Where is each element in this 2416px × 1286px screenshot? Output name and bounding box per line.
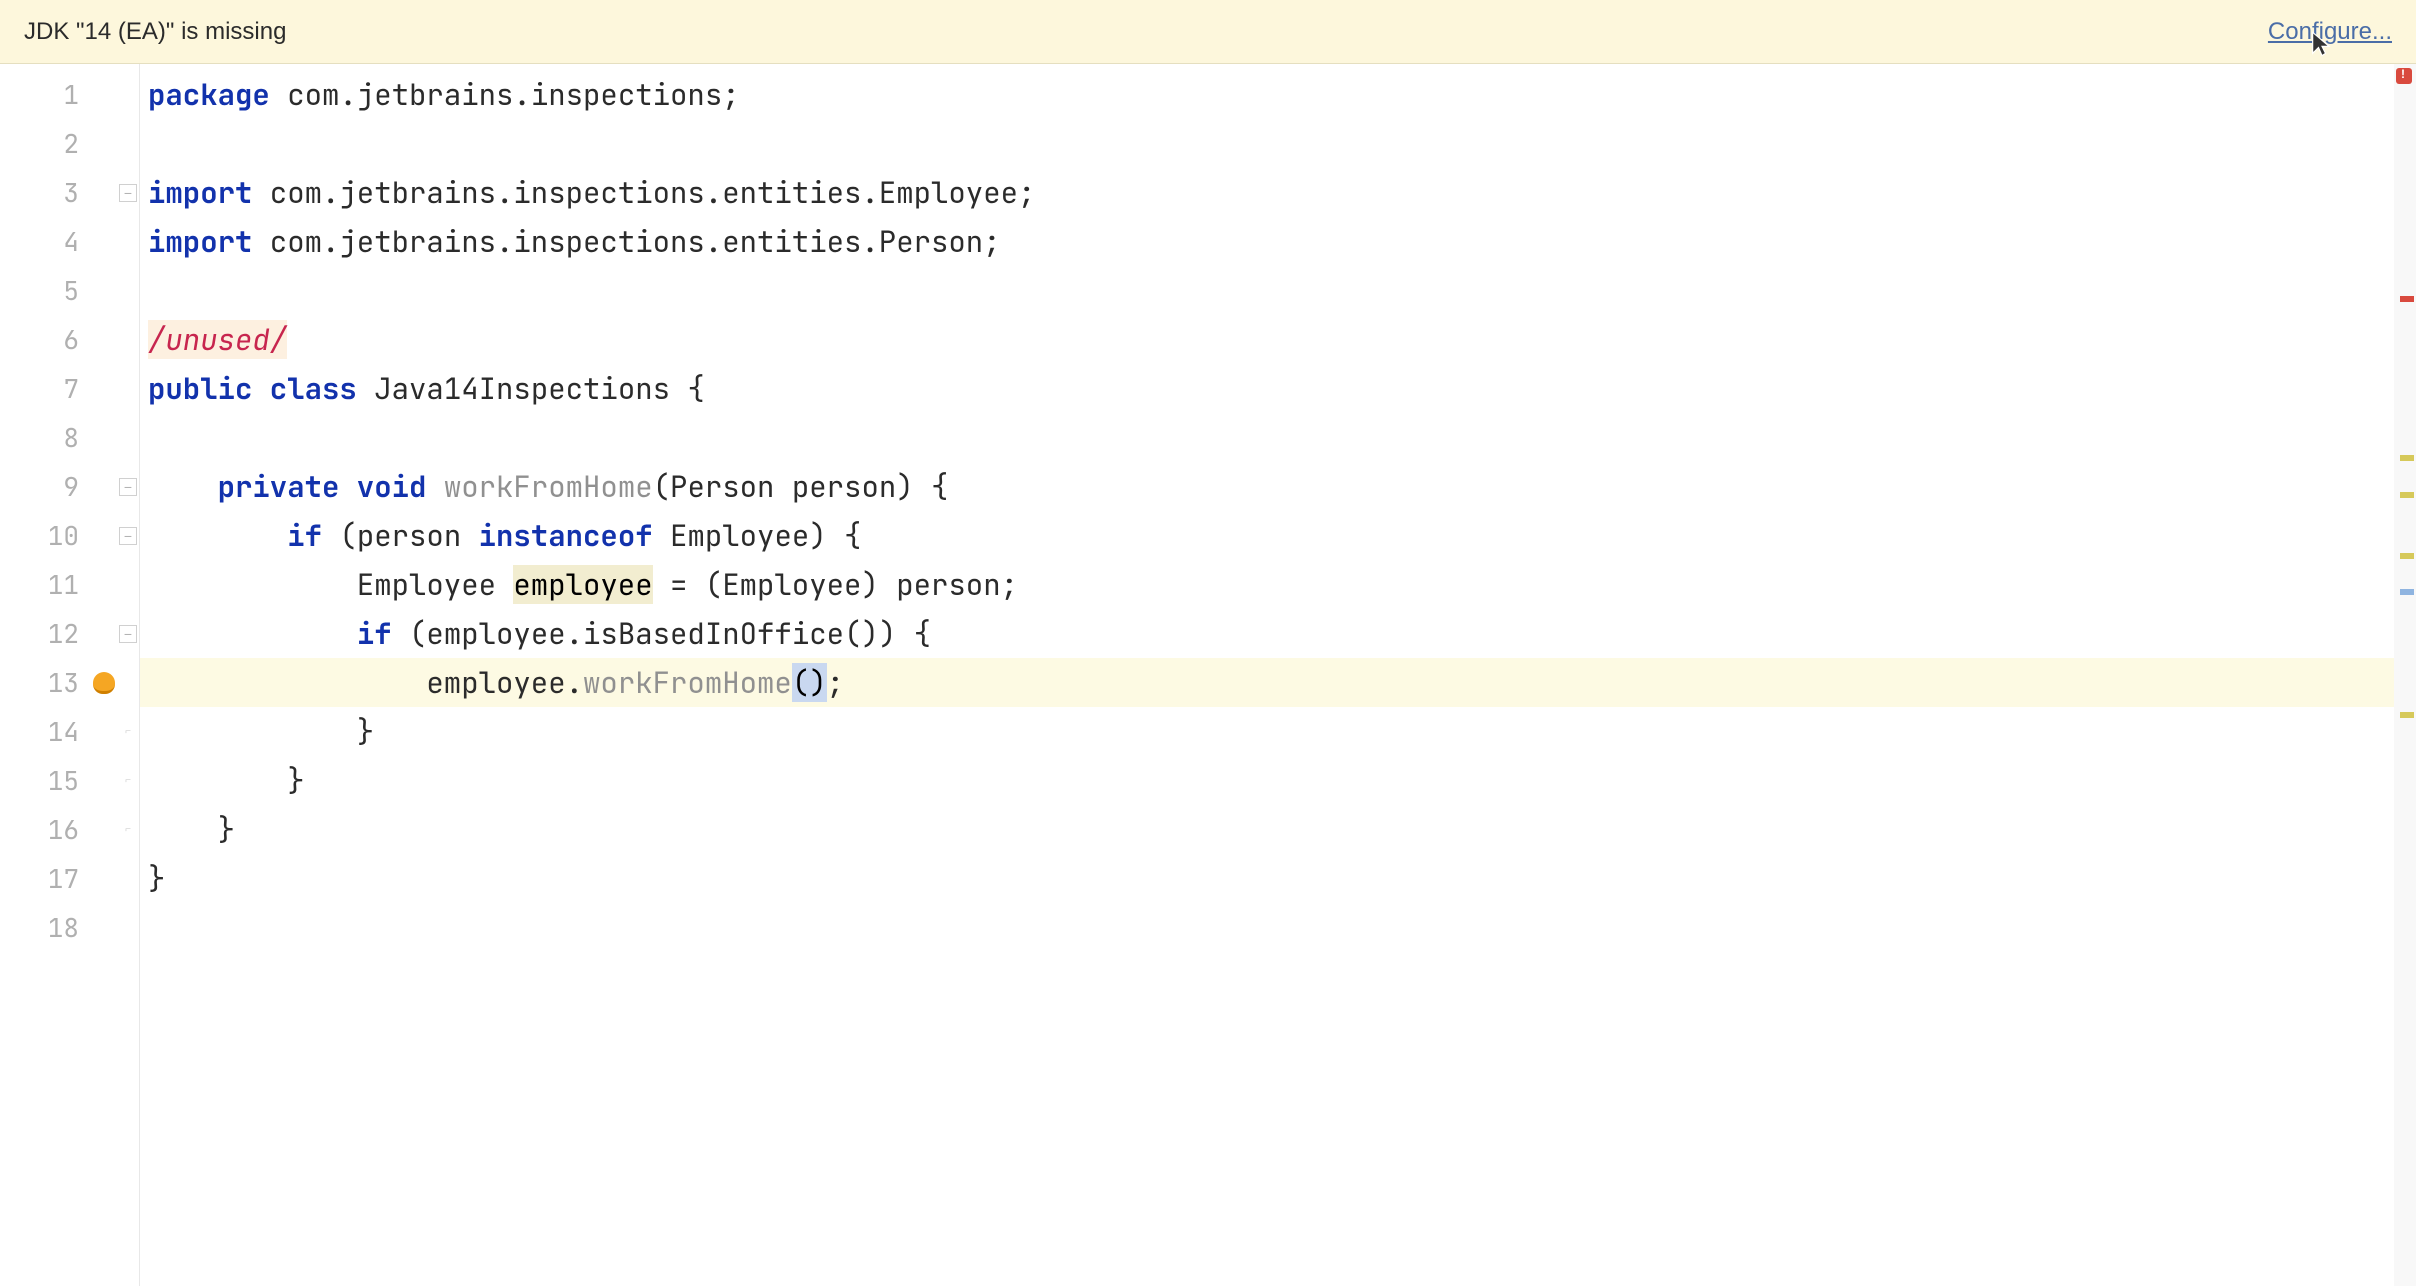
inspection-stripe[interactable]	[2400, 553, 2414, 559]
cursor-icon	[2308, 30, 2336, 65]
line-number: 13	[48, 665, 79, 700]
gutter-row: 12	[0, 609, 139, 658]
code-line[interactable]: }	[140, 854, 2416, 903]
line-number: 10	[48, 518, 79, 553]
code-line[interactable]: /unused/	[140, 315, 2416, 364]
line-number: 6	[63, 322, 79, 357]
line-number: 17	[48, 861, 79, 896]
code-line[interactable]: private void workFromHome(Person person)…	[140, 462, 2416, 511]
line-number: 2	[63, 126, 79, 161]
inspection-stripe[interactable]	[2400, 492, 2414, 498]
gutter-row: 14 ⌐	[0, 707, 139, 756]
inspection-stripe[interactable]	[2400, 712, 2414, 718]
line-number: 15	[48, 763, 79, 798]
editor-area: 1234567891011121314⌐15⌐16⌐1718 package c…	[0, 64, 2416, 1286]
code-line[interactable]	[140, 903, 2416, 952]
line-number: 8	[63, 420, 79, 455]
code-line[interactable]: import com.jetbrains.inspections.entitie…	[140, 168, 2416, 217]
gutter-row: 10	[0, 511, 139, 560]
gutter-row: 2	[0, 119, 139, 168]
jdk-missing-notification: JDK "14 (EA)" is missing Configure...	[0, 0, 2416, 64]
gutter-row: 11	[0, 560, 139, 609]
line-number: 12	[48, 616, 79, 651]
line-number: 7	[63, 371, 79, 406]
gutter-row: 9	[0, 462, 139, 511]
code-line[interactable]: if (person instanceof Employee) {	[140, 511, 2416, 560]
notification-message: JDK "14 (EA)" is missing	[24, 18, 286, 46]
gutter-row: 7	[0, 364, 139, 413]
gutter-row: 18	[0, 903, 139, 952]
code-line[interactable]: }	[140, 805, 2416, 854]
inspection-stripe[interactable]	[2400, 589, 2414, 595]
fold-collapse-icon[interactable]	[119, 527, 137, 545]
code-line[interactable]: }	[140, 707, 2416, 756]
code-line[interactable]	[140, 413, 2416, 462]
gutter-row: 4	[0, 217, 139, 266]
code-line[interactable]: if (employee.isBasedInOffice()) {	[140, 609, 2416, 658]
gutter-row: 13	[0, 658, 139, 707]
gutter-row: 15 ⌐	[0, 756, 139, 805]
code-area[interactable]: package com.jetbrains.inspections; import…	[140, 64, 2416, 1286]
fold-collapse-icon[interactable]	[119, 478, 137, 496]
line-number: 18	[48, 910, 79, 945]
line-number: 5	[63, 273, 79, 308]
error-indicator-icon[interactable]	[2396, 68, 2412, 84]
gutter-row: 16 ⌐	[0, 805, 139, 854]
code-line[interactable]: employee.workFromHome();	[140, 658, 2416, 707]
line-number: 4	[63, 224, 79, 259]
gutter-row: 5	[0, 266, 139, 315]
code-line[interactable]	[140, 119, 2416, 168]
code-line[interactable]: }	[140, 756, 2416, 805]
line-number: 1	[63, 77, 79, 112]
line-number: 9	[63, 469, 79, 504]
gutter-row: 17	[0, 854, 139, 903]
gutter-row: 3	[0, 168, 139, 217]
inspection-stripe[interactable]	[2400, 296, 2414, 302]
line-number: 3	[63, 175, 79, 210]
code-line[interactable]: import com.jetbrains.inspections.entitie…	[140, 217, 2416, 266]
line-number: 11	[48, 567, 79, 602]
code-line[interactable]: package com.jetbrains.inspections;	[140, 70, 2416, 119]
fold-end-icon: ⌐	[119, 723, 137, 741]
line-number: 14	[48, 714, 79, 749]
gutter-row: 6	[0, 315, 139, 364]
code-line[interactable]	[140, 266, 2416, 315]
gutter-row: 1	[0, 70, 139, 119]
error-stripe-track[interactable]	[2394, 64, 2416, 1286]
fold-collapse-icon[interactable]	[119, 625, 137, 643]
inspection-stripe[interactable]	[2400, 455, 2414, 461]
gutter: 1234567891011121314⌐15⌐16⌐1718	[0, 64, 140, 1286]
fold-collapse-icon[interactable]	[119, 184, 137, 202]
fold-end-icon: ⌐	[119, 821, 137, 839]
fold-end-icon: ⌐	[119, 772, 137, 790]
code-line[interactable]: Employee employee = (Employee) person;	[140, 560, 2416, 609]
intention-bulb-icon[interactable]	[93, 672, 115, 694]
gutter-row: 8	[0, 413, 139, 462]
code-line[interactable]: public class Java14Inspections {	[140, 364, 2416, 413]
line-number: 16	[48, 812, 79, 847]
